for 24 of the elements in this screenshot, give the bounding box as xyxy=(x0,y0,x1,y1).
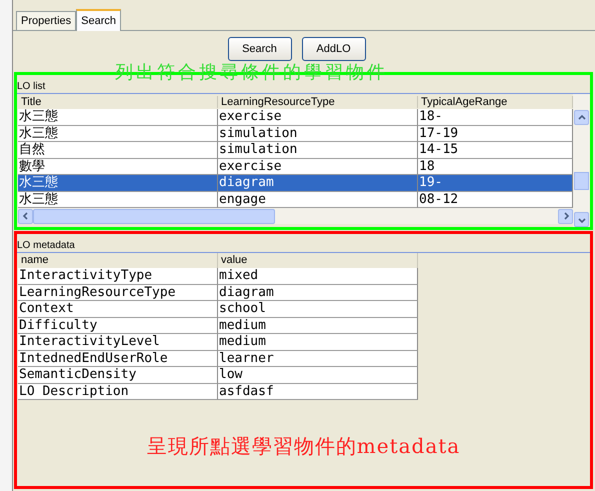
annotation: 呈現所點選學習物件的metadata xyxy=(146,433,462,460)
table-cell: LO Description xyxy=(18,384,218,400)
scroll-thumb[interactable] xyxy=(33,208,275,224)
vertical-scrollbar[interactable] xyxy=(573,94,590,227)
table-row[interactable]: 數學 exercise 18 xyxy=(18,158,573,175)
section-label: LO metadata xyxy=(17,234,590,253)
table-row[interactable]: 水三態 diagram 19- xyxy=(18,175,573,192)
table-row[interactable]: 水三態 exercise 18- xyxy=(18,109,573,126)
scroll-up-icon[interactable] xyxy=(574,110,589,125)
tab[interactable]: Properties xyxy=(16,11,76,30)
scroll-down-icon[interactable] xyxy=(574,212,589,227)
add-button[interactable]: AddLO xyxy=(302,37,366,61)
table-row[interactable]: 水三態 engage 08-12 xyxy=(18,192,573,208)
column-header[interactable]: LearningResourceType xyxy=(218,96,418,108)
table-row[interactable]: 自然 simulation 14-15 xyxy=(18,142,573,158)
scroll-left-icon[interactable] xyxy=(18,208,33,224)
search-button[interactable]: Search xyxy=(228,37,292,61)
scroll-right-icon[interactable] xyxy=(558,208,573,224)
table-cell: asfdasf xyxy=(218,384,418,400)
tab[interactable]: Search xyxy=(76,9,121,31)
table-row[interactable]: 水三態 simulation 17-19 xyxy=(18,126,573,142)
horizontal-scrollbar[interactable] xyxy=(18,208,573,224)
scroll-thumb[interactable] xyxy=(574,172,589,190)
column-header[interactable]: Title xyxy=(18,96,218,108)
